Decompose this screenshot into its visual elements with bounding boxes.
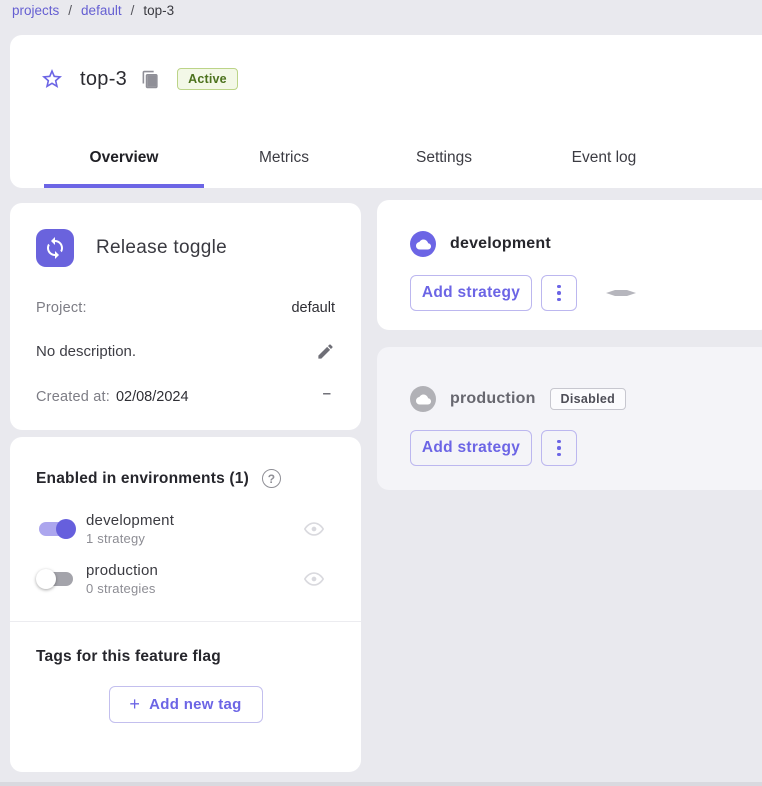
plus-icon: +	[129, 694, 140, 715]
toggle-thumb	[36, 569, 56, 589]
flag-header-card: top-3 Active Overview Metrics Settings E…	[10, 35, 762, 188]
eye-icon[interactable]	[303, 568, 325, 590]
active-tab-underline	[44, 184, 204, 188]
environment-name: production	[450, 390, 536, 408]
tab-metrics-label: Metrics	[259, 149, 309, 167]
tab-bar: Overview Metrics Settings Event log	[44, 128, 684, 188]
development-panel-actions: Add strategy	[410, 275, 762, 311]
eye-icon[interactable]	[303, 518, 325, 540]
development-panel-header[interactable]: development	[410, 200, 762, 257]
tab-overview-label: Overview	[90, 149, 159, 167]
description-row: No description.	[36, 342, 335, 361]
tags-section: Tags for this feature flag + Add new tag	[10, 622, 361, 723]
breadcrumb: projects / default / top-3	[12, 3, 174, 18]
created-at-value: 02/08/2024	[116, 389, 189, 405]
add-new-tag-label: Add new tag	[149, 696, 241, 713]
add-strategy-button[interactable]: Add strategy	[410, 275, 532, 311]
tab-event-log[interactable]: Event log	[524, 128, 684, 188]
enabled-environments-title: Enabled in environments (1)	[36, 470, 249, 488]
collapse-handle-icon	[606, 288, 636, 298]
env-name: development	[86, 512, 303, 529]
environment-name: development	[450, 235, 551, 253]
page-title: top-3	[80, 68, 127, 91]
production-toggle[interactable]	[36, 568, 76, 590]
breadcrumb-separator: /	[68, 3, 72, 18]
project-row: Project: default	[36, 300, 335, 316]
tab-metrics[interactable]: Metrics	[204, 128, 364, 188]
copy-icon[interactable]	[141, 69, 161, 89]
breadcrumb-current: top-3	[143, 3, 174, 18]
collapse-dash-icon[interactable]: –	[319, 389, 335, 399]
env-toggle-row-development: development 1 strategy	[36, 512, 335, 546]
cloud-environment-icon	[410, 386, 436, 412]
env-strategy-count: 1 strategy	[86, 531, 303, 546]
production-panel-actions: Add strategy	[410, 430, 762, 466]
favorite-star-icon[interactable]	[40, 67, 64, 91]
project-label: Project:	[36, 300, 87, 316]
more-actions-kebab-icon[interactable]	[541, 430, 577, 466]
tab-event-log-label: Event log	[572, 149, 637, 167]
toggle-thumb	[56, 519, 76, 539]
environments-tags-card: Enabled in environments (1) ? developmen…	[10, 437, 361, 772]
env-name: production	[86, 562, 303, 579]
description-text: No description.	[36, 343, 136, 360]
created-at-label: Created at:	[36, 389, 110, 405]
breadcrumb-default-link[interactable]: default	[81, 3, 122, 18]
edit-pencil-icon[interactable]	[316, 342, 335, 361]
flag-type-label: Release toggle	[96, 237, 227, 259]
development-toggle[interactable]	[36, 518, 76, 540]
breadcrumb-separator: /	[131, 3, 135, 18]
production-panel-header[interactable]: production Disabled	[410, 347, 762, 412]
add-strategy-button[interactable]: Add strategy	[410, 430, 532, 466]
disabled-chip: Disabled	[550, 388, 627, 410]
env-strategy-count: 0 strategies	[86, 581, 303, 596]
project-value: default	[291, 300, 335, 316]
more-actions-kebab-icon[interactable]	[541, 275, 577, 311]
development-environment-panel: development Add strategy	[377, 200, 762, 330]
tab-overview[interactable]: Overview	[44, 128, 204, 188]
production-environment-panel: production Disabled Add strategy	[377, 347, 762, 490]
created-at-row: Created at: 02/08/2024 –	[36, 389, 335, 405]
release-toggle-icon	[36, 229, 74, 267]
breadcrumb-projects-link[interactable]: projects	[12, 3, 59, 18]
help-icon[interactable]: ?	[262, 469, 281, 488]
next-section-edge	[0, 782, 762, 786]
tags-title: Tags for this feature flag	[36, 648, 335, 666]
add-new-tag-button[interactable]: + Add new tag	[109, 686, 263, 723]
flag-details-card: Release toggle Project: default No descr…	[10, 203, 361, 430]
tab-settings[interactable]: Settings	[364, 128, 524, 188]
flag-type-row: Release toggle	[36, 229, 335, 267]
flag-title-row: top-3 Active	[10, 35, 762, 123]
tab-settings-label: Settings	[416, 149, 472, 167]
status-badge: Active	[177, 68, 238, 90]
cloud-environment-icon	[410, 231, 436, 257]
enabled-environments-section: Enabled in environments (1) ? developmen…	[10, 437, 361, 596]
env-toggle-row-production: production 0 strategies	[36, 562, 335, 596]
